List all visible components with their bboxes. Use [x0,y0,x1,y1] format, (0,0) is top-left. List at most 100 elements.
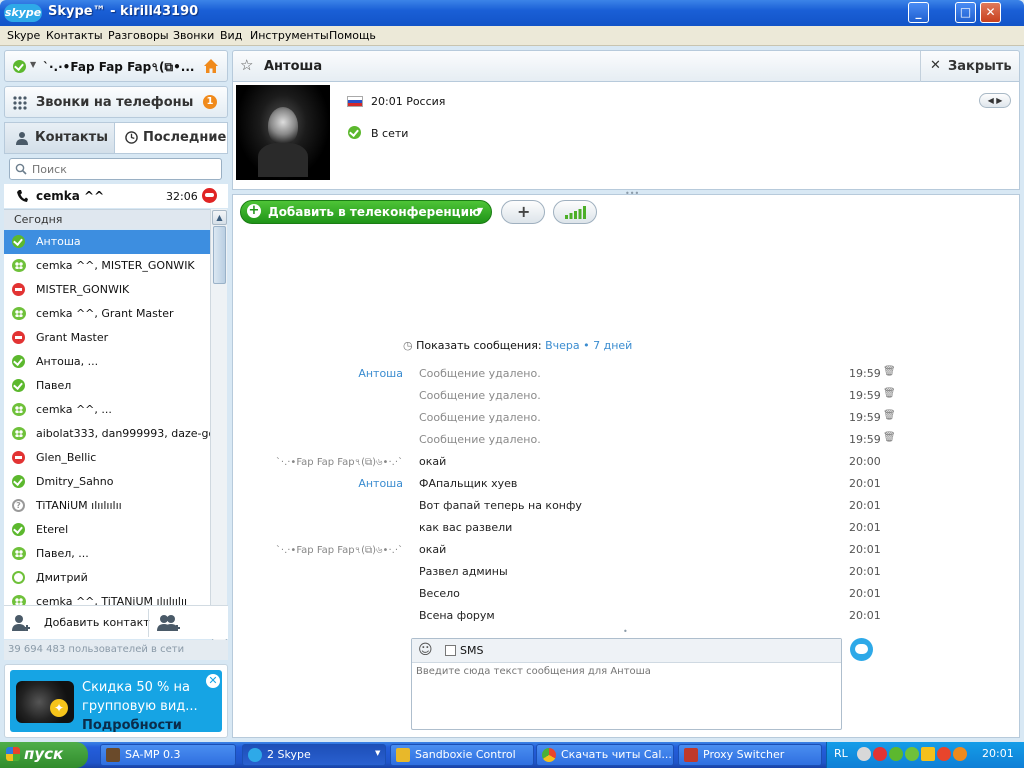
language-indicator[interactable]: RL [834,747,848,760]
scroll-thumb[interactable] [213,226,226,284]
favorite-star-icon[interactable]: ☆ [240,56,253,74]
tray-warning-icon[interactable] [921,747,935,761]
call-quality-button[interactable] [553,200,597,224]
menu-contacts[interactable]: Контакты [46,29,103,42]
message-author[interactable]: `·.·•Fap Fap Fap৭(⧉)৬•·.·` [276,543,403,560]
avatar[interactable] [236,85,330,180]
active-call-row[interactable]: cemka ^^ 32:06 [4,184,228,208]
chat-message[interactable]: Всена форум 20:01 [233,605,1021,627]
contact-list-item[interactable]: Антоша, ... [4,350,210,374]
history-7days-link[interactable]: 7 дней [593,339,632,352]
splitter-handle[interactable]: ••• [625,189,639,198]
tray-skype-online-icon[interactable] [889,747,903,761]
menu-skype[interactable]: Skype [7,29,40,42]
add-contact-icon[interactable] [12,614,32,632]
contact-list-item[interactable]: Grant Master [4,326,210,350]
history-yesterday-link[interactable]: Вчера [545,339,580,352]
message-author[interactable]: Антоша [358,477,403,490]
chat-message[interactable]: как вас развели 20:01 [233,517,1021,539]
contact-list-item[interactable]: cemka ^^, Grant Master [4,302,210,326]
phone-calls-badge: 1 [203,95,217,109]
taskbar-item-proxy-switcher[interactable]: Proxy Switcher [678,744,822,766]
chat-message[interactable]: Развел админы 20:01 [233,561,1021,583]
menu-help[interactable]: Помощь [329,29,376,42]
title-bar[interactable]: skype Skype™ - kirill43190 _ □ ✕ [0,0,1024,26]
menu-view[interactable]: Вид [220,29,242,42]
group-chat-icon [12,307,26,320]
chat-message[interactable]: Весело 20:01 [233,583,1021,605]
contact-list-item[interactable]: Антоша [4,230,210,254]
minimize-button[interactable]: _ [908,2,929,23]
hangup-icon[interactable] [202,188,217,203]
search-input[interactable] [32,162,212,176]
phone-calls-button[interactable]: Звонки на телефоны 1 [4,86,228,118]
tray-clock[interactable]: 20:01 [982,747,1014,760]
promo-banner[interactable]: ✦ Скидка 50 % на групповую вид... Подроб… [4,664,228,738]
sms-checkbox[interactable] [445,645,456,656]
chat-message[interactable]: Антоша Сообщение удалено. 19:59 🗑 [233,363,1021,385]
contact-list-scrollbar[interactable]: ▲ ▼ [210,209,227,653]
tab-contacts[interactable]: Контакты [5,123,115,153]
tray-app-icon[interactable] [857,747,871,761]
taskbar-item-skype[interactable]: 2 Skype ▼ [242,744,386,766]
contact-list-item[interactable]: Dmitry_Sahno [4,470,210,494]
taskbar-item-sandboxie[interactable]: Sandboxie Control [390,744,534,766]
menu-conversations[interactable]: Разговоры [108,29,169,42]
add-to-conference-button[interactable]: + Добавить в телеконференцию ▼ [240,200,492,224]
chat-message[interactable]: `·.·•Fap Fap Fap৭(⧉)৬•·.·` окай 20:01 [233,539,1021,561]
start-button[interactable]: пуск [0,742,88,768]
contact-name: Дмитрий [36,571,88,584]
chat-message[interactable]: Сообщение удалено. 19:59 🗑 [233,429,1021,451]
close-conversation-button[interactable]: ✕ Закрыть [921,51,1019,82]
create-group-icon[interactable] [156,614,182,632]
contact-list-item[interactable]: cemka ^^, TiTANiUM ılıılıılıı [4,590,210,605]
tray-proxy-icon[interactable] [953,747,967,761]
scroll-up-icon[interactable]: ▲ [212,210,227,225]
add-button[interactable]: + [501,200,545,224]
home-icon[interactable] [203,58,219,74]
contact-list-item[interactable]: Дмитрий [4,566,210,590]
promo-details-link[interactable]: Подробности [82,716,198,735]
chat-message[interactable]: Вот фапай теперь на конфу 20:01 [233,495,1021,517]
tab-recent[interactable]: Последние [115,123,227,153]
message-input[interactable] [416,666,836,724]
tray-chrome-icon[interactable] [937,747,951,761]
tab-recent-label: Последние [143,130,227,145]
status-selector[interactable]: ▼ `·.·•Fap Fap Fap৭(⧉•... [4,50,228,82]
contact-list-item[interactable]: aibolat333, dan999993, daze-go... [4,422,210,446]
close-window-button[interactable]: ✕ [980,2,1001,23]
message-text: Весело [419,587,460,600]
message-author[interactable]: `·.·•Fap Fap Fap৭(⧉)৬•·.·` [276,455,403,472]
emoticon-icon[interactable]: ☺ [418,642,433,658]
chat-message[interactable]: Антоша ФАпальщик хуев 20:01 [233,473,1021,495]
promo-panel[interactable]: ✦ Скидка 50 % на групповую вид... Подроб… [10,670,222,735]
group-chat-icon [12,259,26,272]
chat-message[interactable]: Сообщение удалено. 19:59 🗑 [233,407,1021,429]
tray-dnd-icon[interactable] [873,747,887,761]
message-composer[interactable]: ☺ SMS [411,638,842,730]
profile-nav-arrows[interactable]: ◀ ▶ [979,93,1011,108]
menu-calls[interactable]: Звонки [173,29,214,42]
contact-list-item[interactable]: cemka ^^, ... [4,398,210,422]
contact-list-item[interactable]: MISTER_GONWIK [4,278,210,302]
contact-list-item[interactable]: Павел [4,374,210,398]
splitter-handle[interactable]: • [623,627,628,636]
chat-message[interactable]: Сообщение удалено. 19:59 🗑 [233,385,1021,407]
contact-list-item[interactable]: ? TiTANiUM ılıılıılıı [4,494,210,518]
maximize-button[interactable]: □ [955,2,976,23]
tray-group-icon[interactable] [905,747,919,761]
taskbar-item-chrome[interactable]: Скачать читы Cal... [536,744,674,766]
search-box[interactable] [9,158,222,180]
send-button[interactable] [850,638,873,661]
chat-message[interactable]: `·.·•Fap Fap Fap৭(⧉)৬•·.·` окай 20:00 [233,451,1021,473]
taskbar-item-samp[interactable]: SA-MP 0.3 [100,744,236,766]
add-contact-label[interactable]: Добавить контакт [44,616,150,629]
contact-list-item[interactable]: Павел, ... [4,542,210,566]
contact-list-item[interactable]: Eterel [4,518,210,542]
close-promo-icon[interactable]: ✕ [206,674,220,688]
contact-list-item[interactable]: cemka ^^, MISTER_GONWIK [4,254,210,278]
menu-tools[interactable]: Инструменты [250,29,329,42]
message-author[interactable]: Антоша [358,367,403,380]
contact-list-item[interactable]: Glen_Bellic [4,446,210,470]
contact-name: MISTER_GONWIK [36,283,130,296]
